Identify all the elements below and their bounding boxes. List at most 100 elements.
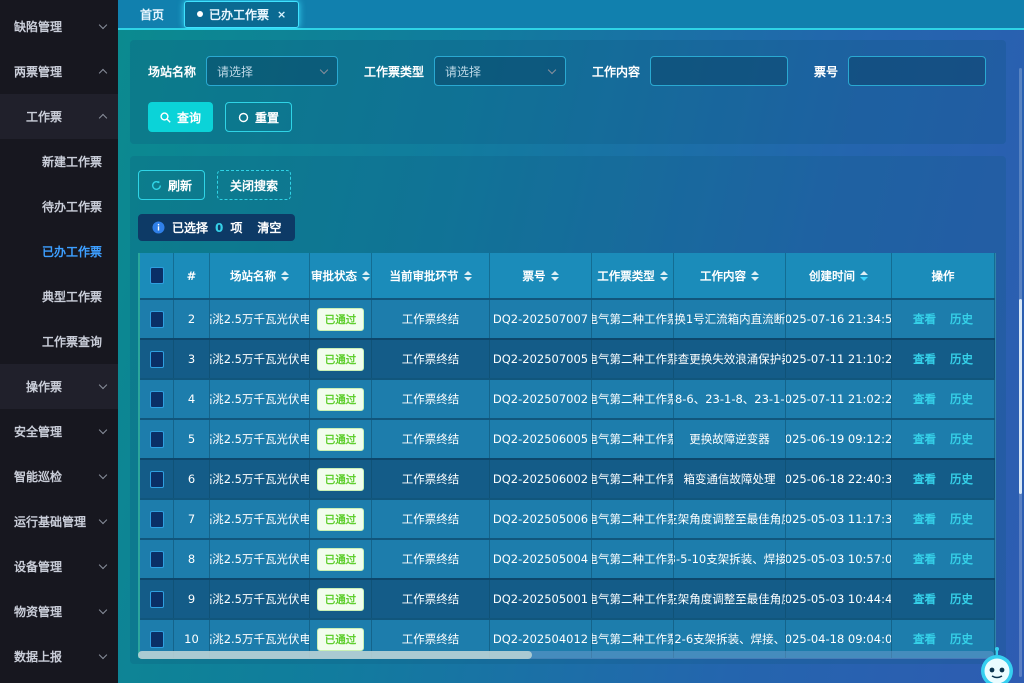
sort-icon[interactable]: [362, 271, 370, 281]
sidebar-item[interactable]: 运行基础管理: [0, 499, 118, 544]
sidebar-item[interactable]: 工作票查询: [0, 319, 118, 364]
row-checkbox[interactable]: [150, 551, 164, 568]
ticket-no-cell: DQ2-202505001: [490, 580, 592, 618]
approval-step-cell: 工作票终结: [372, 500, 490, 538]
history-link[interactable]: 历史: [950, 311, 973, 327]
sidebar-item[interactable]: 操作票: [0, 364, 118, 409]
column-header[interactable]: 当前审批环节: [372, 253, 490, 298]
view-link[interactable]: 查看: [913, 591, 936, 607]
close-search-label: 关闭搜索: [230, 177, 278, 194]
sidebar-item[interactable]: 待办工作票: [0, 184, 118, 229]
row-checkbox[interactable]: [150, 511, 164, 528]
row-index: 4: [174, 380, 210, 418]
horizontal-scrollbar-thumb[interactable]: [138, 651, 532, 659]
status-badge: 已通过: [317, 628, 365, 651]
sort-icon[interactable]: [751, 271, 759, 281]
view-link[interactable]: 查看: [913, 631, 936, 647]
sidebar-item[interactable]: 智能巡检: [0, 454, 118, 499]
sidebar-item[interactable]: 典型工作票: [0, 274, 118, 319]
row-checkbox[interactable]: [150, 471, 164, 488]
sort-icon[interactable]: [281, 271, 289, 281]
row-checkbox[interactable]: [150, 311, 164, 328]
column-header-label: 工作票类型: [597, 268, 655, 284]
view-link[interactable]: 查看: [913, 471, 936, 487]
search-button[interactable]: 查询: [148, 102, 213, 132]
table-row: 5临洮2.5万千瓦光伏电..已通过工作票终结DQ2-202506005电气第二种…: [140, 418, 995, 458]
history-link[interactable]: 历史: [950, 511, 973, 527]
sidebar-item[interactable]: 新建工作票: [0, 139, 118, 184]
view-link[interactable]: 查看: [913, 551, 936, 567]
sidebar-item[interactable]: 工作票: [0, 94, 118, 139]
refresh-button[interactable]: 刷新: [138, 170, 205, 200]
view-link[interactable]: 查看: [913, 391, 936, 407]
sort-icon[interactable]: [660, 271, 668, 281]
history-link[interactable]: 历史: [950, 551, 973, 567]
sidebar-item[interactable]: 已办工作票: [0, 229, 118, 274]
clear-selection-link[interactable]: 清空: [257, 219, 281, 236]
work-content-cell: 23-5-10支架拆装、焊接...: [674, 540, 786, 578]
sidebar-item-label: 设备管理: [14, 558, 62, 575]
sidebar-item-label: 智能巡检: [14, 468, 62, 485]
sidebar-item[interactable]: 安全管理: [0, 409, 118, 454]
row-checkbox[interactable]: [150, 431, 164, 448]
history-link[interactable]: 历史: [950, 391, 973, 407]
sort-icon[interactable]: [860, 271, 868, 281]
chevron-down-icon: [548, 65, 556, 73]
view-link[interactable]: 查看: [913, 311, 936, 327]
created-time-cell: 2025-07-16 21:34:57: [786, 300, 892, 338]
history-link[interactable]: 历史: [950, 351, 973, 367]
sidebar-item[interactable]: 物资管理: [0, 589, 118, 634]
selected-prefix: 已选择: [172, 219, 208, 236]
sidebar-item-label: 典型工作票: [42, 288, 102, 305]
tab-done-work-tickets[interactable]: 已办工作票 ×: [184, 1, 299, 28]
row-checkbox[interactable]: [150, 351, 164, 368]
history-link[interactable]: 历史: [950, 431, 973, 447]
view-link[interactable]: 查看: [913, 511, 936, 527]
column-header[interactable]: 工作票类型: [592, 253, 674, 298]
work-content-input[interactable]: [650, 56, 788, 86]
station-name-cell: 临洮2.5万千瓦光伏电..: [210, 580, 310, 618]
column-header[interactable]: 创建时间: [786, 253, 892, 298]
horizontal-scrollbar[interactable]: [138, 651, 994, 659]
view-link[interactable]: 查看: [913, 431, 936, 447]
app-window: 缺陷管理两票管理工作票新建工作票待办工作票已办工作票典型工作票工作票查询操作票安…: [0, 0, 1024, 683]
sidebar-item[interactable]: 缺陷管理: [0, 4, 118, 49]
vertical-scrollbar[interactable]: [1019, 68, 1022, 677]
ticket-type-value: 请选择: [445, 63, 481, 80]
row-checkbox[interactable]: [150, 631, 164, 648]
column-header[interactable]: 工作内容: [674, 253, 786, 298]
close-search-button[interactable]: 关闭搜索: [217, 170, 291, 200]
column-header[interactable]: 审批状态: [310, 253, 372, 298]
row-checkbox[interactable]: [150, 591, 164, 608]
station-name-select[interactable]: 请选择: [206, 56, 338, 86]
history-link[interactable]: 历史: [950, 631, 973, 647]
history-link[interactable]: 历史: [950, 591, 973, 607]
sidebar-item[interactable]: 设备管理: [0, 544, 118, 589]
ticket-type-select[interactable]: 请选择: [434, 56, 566, 86]
sidebar-item-label: 安全管理: [14, 423, 62, 440]
tab-home[interactable]: 首页: [128, 2, 176, 27]
column-header[interactable]: 票号: [490, 253, 592, 298]
column-header[interactable]: 场站名称: [210, 253, 310, 298]
row-checkbox[interactable]: [150, 391, 164, 408]
column-header-label: 工作内容: [700, 268, 746, 284]
info-icon: [152, 221, 165, 234]
tab-close-icon[interactable]: ×: [277, 8, 286, 21]
select-all-checkbox[interactable]: [150, 267, 164, 284]
history-link[interactable]: 历史: [950, 471, 973, 487]
sidebar-item[interactable]: 数据上报: [0, 634, 118, 679]
sidebar-item-label: 物资管理: [14, 603, 62, 620]
column-header-label: 操作: [932, 268, 955, 284]
sort-icon[interactable]: [464, 271, 472, 281]
view-link[interactable]: 查看: [913, 351, 936, 367]
ticket-no-cell: DQ2-202506002: [490, 460, 592, 498]
ticket-no-input[interactable]: [848, 56, 986, 86]
approval-step-cell: 工作票终结: [372, 380, 490, 418]
sort-icon[interactable]: [551, 271, 559, 281]
station-name-cell: 临洮2.5万千瓦光伏电..: [210, 340, 310, 378]
reset-button[interactable]: 重置: [225, 102, 292, 132]
assistant-robot-icon[interactable]: [974, 645, 1020, 683]
vertical-scrollbar-thumb[interactable]: [1019, 299, 1022, 494]
sidebar-item[interactable]: 两票管理: [0, 49, 118, 94]
work-content-cell: 箱变通信故障处理: [674, 460, 786, 498]
